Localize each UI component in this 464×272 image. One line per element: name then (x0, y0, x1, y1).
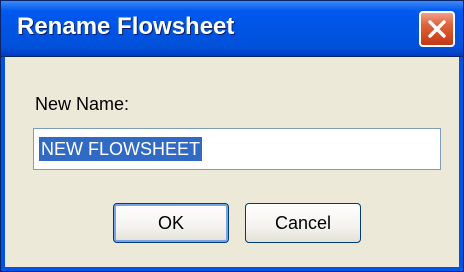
cancel-button[interactable]: Cancel (245, 203, 361, 243)
window-frame-right (459, 57, 463, 271)
close-icon (428, 20, 446, 38)
rename-flowsheet-dialog: Rename Flowsheet New Name: NEW FLOWSHEET… (0, 0, 464, 272)
new-name-label: New Name: (35, 94, 130, 114)
window-frame-bottom (1, 267, 463, 271)
selected-name-text: NEW FLOWSHEET (39, 137, 203, 161)
new-name-input[interactable]: NEW FLOWSHEET (33, 128, 441, 170)
ok-button[interactable]: OK (113, 203, 229, 243)
window-frame-left (1, 57, 5, 271)
dialog-title: Rename Flowsheet (17, 13, 235, 40)
title-bar[interactable]: Rename Flowsheet (1, 1, 463, 57)
close-button[interactable] (419, 11, 455, 47)
